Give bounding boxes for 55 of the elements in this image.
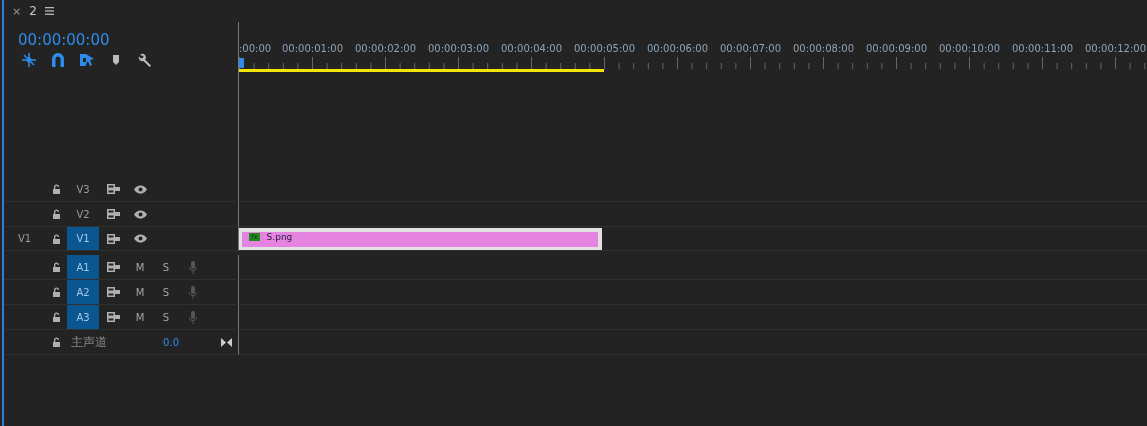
- lock-icon[interactable]: [51, 209, 61, 219]
- ruler-time-label: 00:00:12:00: [1084, 43, 1147, 54]
- track-target[interactable]: A1: [67, 255, 99, 279]
- track-target[interactable]: V3: [67, 177, 99, 201]
- lock-icon[interactable]: [51, 184, 61, 194]
- lock-icon[interactable]: [51, 262, 61, 272]
- ruler-time-label: 00:00:08:00: [792, 43, 855, 54]
- ruler-time-label: 00:00:09:00: [865, 43, 928, 54]
- ruler-time-label: 00:00:10:00: [938, 43, 1001, 54]
- track-output-icon[interactable]: [106, 312, 120, 322]
- timecode[interactable]: 00:00:00:00: [18, 31, 238, 51]
- ruler-time-label: 00:00:03:00: [427, 43, 490, 54]
- clip-name: S.png: [266, 231, 293, 242]
- track-target[interactable]: V2: [67, 202, 99, 226]
- eye-icon[interactable]: [133, 209, 147, 219]
- track-target[interactable]: A2: [67, 280, 99, 304]
- magnet-icon[interactable]: [51, 53, 65, 67]
- track-output-icon[interactable]: [106, 209, 120, 219]
- ruler-time-label: :00:00: [239, 43, 273, 54]
- lock-icon[interactable]: [51, 312, 61, 322]
- track-output-icon[interactable]: [106, 262, 120, 272]
- lock-icon[interactable]: [51, 287, 61, 297]
- ruler-time-label: 00:00:04:00: [500, 43, 563, 54]
- lock-icon[interactable]: [51, 337, 61, 347]
- track-output-icon[interactable]: [106, 184, 120, 194]
- ruler-time-label: 00:00:07:00: [719, 43, 782, 54]
- ruler-time-label: 00:00:01:00: [281, 43, 344, 54]
- playhead-handle[interactable]: [239, 58, 244, 68]
- ruler-time-label: 00:00:11:00: [1011, 43, 1074, 54]
- close-button[interactable]: ×: [12, 4, 22, 18]
- linked-selection-icon[interactable]: [80, 53, 94, 67]
- nest-icon[interactable]: [22, 53, 36, 67]
- mute-button[interactable]: M: [135, 311, 145, 323]
- solo-button[interactable]: S: [162, 286, 170, 298]
- ruler-time-label: 00:00:02:00: [354, 43, 417, 54]
- bowtie-icon[interactable]: [221, 337, 232, 347]
- track-output-icon[interactable]: [106, 287, 120, 297]
- eye-icon[interactable]: [133, 234, 147, 243]
- track-target[interactable]: V1: [67, 227, 99, 250]
- master-track-label: 主声道: [70, 333, 108, 351]
- track-output-icon[interactable]: [106, 233, 120, 244]
- menu-icon[interactable]: [44, 7, 54, 15]
- eye-icon[interactable]: [133, 184, 147, 194]
- solo-button[interactable]: S: [162, 261, 170, 273]
- ruler-time-label: 00:00:05:00: [573, 43, 636, 54]
- volume-value[interactable]: 0.0: [163, 336, 179, 348]
- track-target[interactable]: A3: [67, 305, 99, 329]
- wrench-icon[interactable]: [138, 53, 152, 67]
- mute-button[interactable]: M: [135, 286, 145, 298]
- sequence-tab[interactable]: 2: [29, 4, 37, 18]
- mute-button[interactable]: M: [135, 261, 145, 273]
- lock-icon[interactable]: [51, 233, 61, 244]
- ruler-time-label: 00:00:06:00: [646, 43, 709, 54]
- source-patch[interactable]: V1: [17, 233, 32, 244]
- solo-button[interactable]: S: [162, 311, 170, 323]
